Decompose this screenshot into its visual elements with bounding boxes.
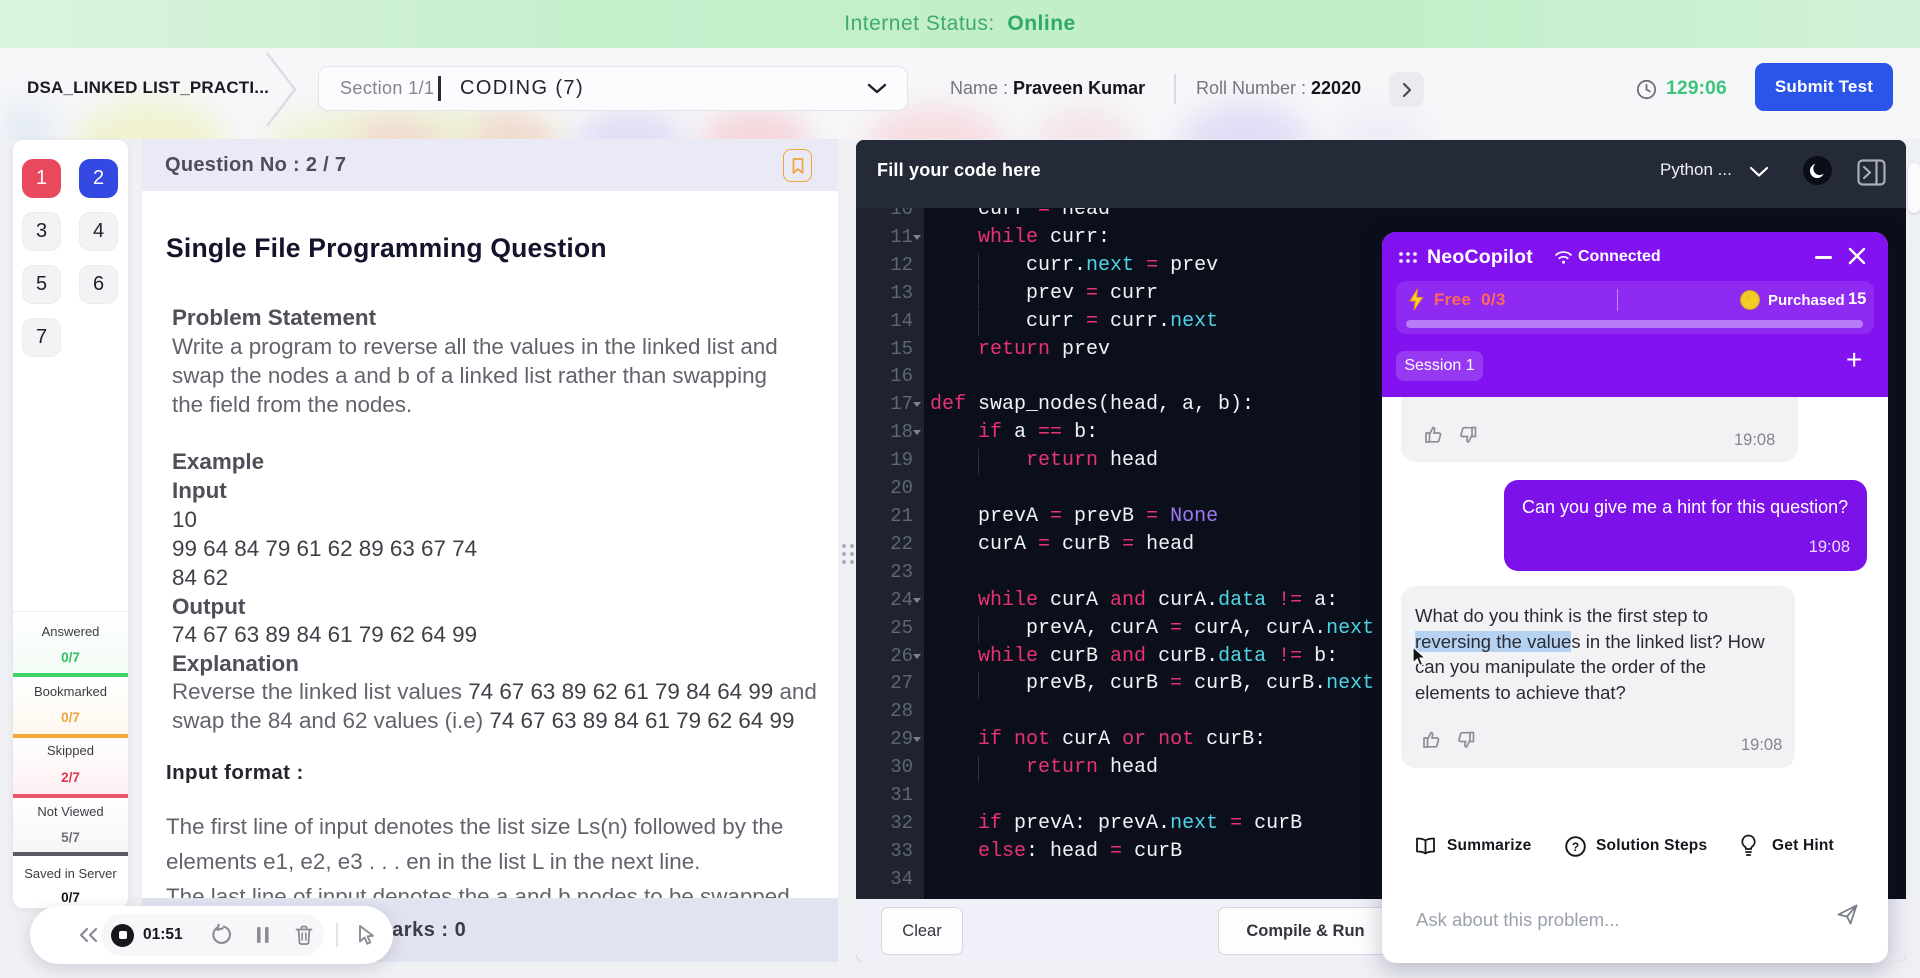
svg-text:?: ? <box>1572 840 1579 854</box>
